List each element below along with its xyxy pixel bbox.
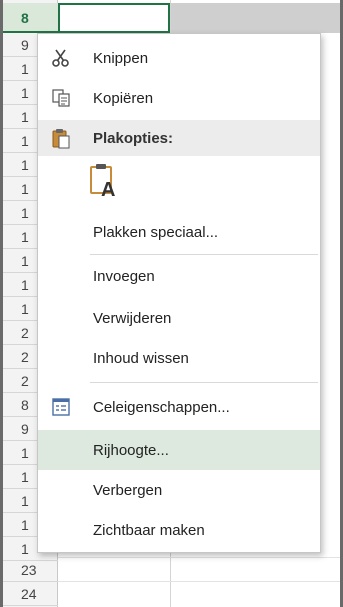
menu-item-label: Verwijderen [93,309,172,327]
menu-item-hide[interactable]: Verbergen [38,472,320,508]
menu-item-row-height[interactable]: Rijhoogte... [38,430,320,470]
menu-item-label: Celeigenschappen... [93,398,230,416]
menu-item-label: Plakopties: [93,129,174,147]
copy-icon [50,87,72,109]
menu-item-cut[interactable]: Knippen [38,40,320,76]
menu-separator [90,382,318,383]
menu-item-label: Kopiëren [93,89,154,107]
row-gridline [58,557,340,558]
row-header-24[interactable]: 24 [3,582,58,606]
menu-item-clear-contents[interactable]: Inhoud wissen [38,340,320,376]
menu-item-label: Invoegen [93,267,155,285]
scissors-icon [50,47,72,69]
row-header-8[interactable]: 8 [3,3,58,33]
active-cell[interactable] [58,3,170,33]
menu-item-label: Rijhoogte... [93,441,169,459]
menu-item-label: Knippen [93,49,149,67]
row-header-23[interactable]: 23 [3,558,58,582]
menu-item-paste-special[interactable]: Plakken speciaal... [38,214,320,250]
menu-item-delete[interactable]: Verwijderen [38,300,320,336]
menu-item-label: Zichtbaar maken [93,521,205,539]
row-gridline [58,581,340,582]
clipboard-icon [50,127,72,149]
menu-item-format-cells[interactable]: Celeigenschappen... [38,389,320,425]
menu-separator [90,254,318,255]
menu-item-copy[interactable]: Kopiëren [38,80,320,116]
menu-item-label: Verbergen [93,481,163,499]
context-menu: Knippen Kopiëren Plakopties: A Plakken s… [37,33,321,553]
format-cells-icon [50,396,72,418]
menu-item-label: Inhoud wissen [93,349,189,367]
paste-text-only-icon[interactable]: A [88,162,122,201]
menu-item-insert[interactable]: Invoegen [38,258,320,294]
paste-options-header: Plakopties: [38,120,320,156]
menu-item-label: Plakken speciaal... [93,223,219,241]
svg-text:A: A [101,179,115,198]
menu-item-unhide[interactable]: Zichtbaar maken [38,512,320,548]
